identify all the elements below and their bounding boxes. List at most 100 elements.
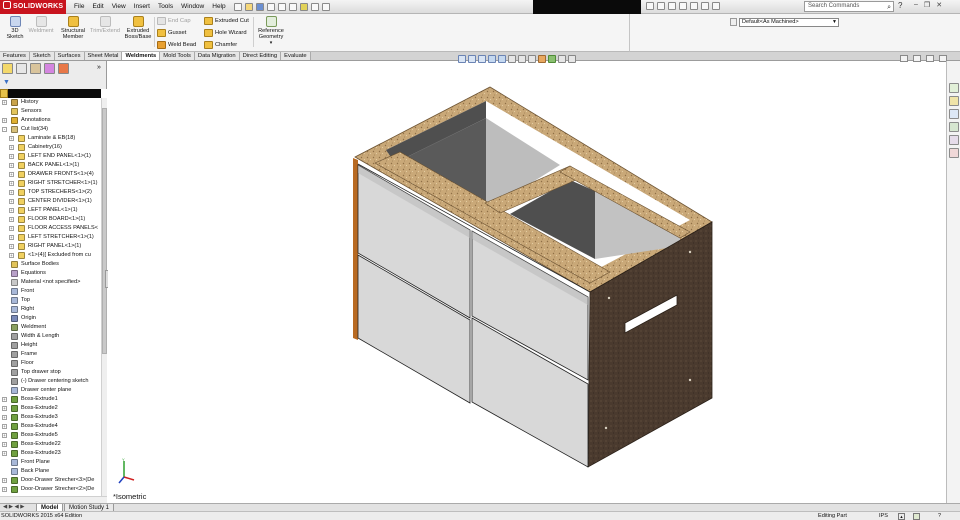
status-help-icon[interactable]: ?	[938, 512, 941, 520]
tree-expander-icon[interactable]: +	[9, 172, 14, 177]
options-icon[interactable]	[322, 3, 330, 11]
tree-expander-icon[interactable]: +	[2, 451, 7, 456]
hole-wizard-button[interactable]: Hole Wizard	[204, 29, 247, 37]
search-icon[interactable]: ⌕	[887, 3, 891, 12]
design-library-icon[interactable]	[949, 96, 959, 106]
tree-item[interactable]: + RIGHT PANEL<1>(1)	[0, 242, 101, 251]
tree-item[interactable]: + Door-Drawer Strecher<3>(De	[0, 476, 101, 485]
tree-expander-icon[interactable]: +	[9, 190, 14, 195]
toolbar-icon[interactable]	[657, 2, 665, 10]
tab-weldments[interactable]: Weldments	[122, 52, 161, 60]
tab-features[interactable]: Features	[0, 52, 30, 60]
toolbar-icon[interactable]	[701, 2, 709, 10]
menu-edit[interactable]: Edit	[88, 0, 107, 14]
tree-item[interactable]: + Boss-Extrude3	[0, 413, 101, 422]
tree-item[interactable]: + Door-Drawer Strecher<2>(De	[0, 485, 101, 494]
tab-data-migration[interactable]: Data Migration	[194, 52, 240, 60]
reference-geometry-button[interactable]: Reference Geometry ▾	[256, 16, 286, 47]
tree-item[interactable]: + FLOOR BOARD<1>(1)	[0, 215, 101, 224]
tree-item[interactable]: Material <not specified>	[0, 278, 101, 287]
tree-expander-icon[interactable]: +	[9, 154, 14, 159]
edit-appearance-icon[interactable]	[538, 55, 546, 63]
weldment-button[interactable]: Weldment	[26, 16, 56, 34]
tree-item[interactable]: Right	[0, 305, 101, 314]
tab-direct-editing[interactable]: Direct Editing	[239, 52, 282, 60]
toolbar-icon[interactable]	[712, 2, 720, 10]
display-manager-tab-icon[interactable]	[58, 63, 69, 74]
tree-item[interactable]: + RIGHT STRETCHER<1>(1)	[0, 179, 101, 188]
tree-item[interactable]: (-) Drawer centering sketch	[0, 377, 101, 386]
filter-icon[interactable]: ▼	[3, 79, 10, 86]
tree-item[interactable]: + FLOOR ACCESS PANELS<	[0, 224, 101, 233]
chevron-down-icon[interactable]: ▼	[832, 19, 837, 26]
tree-expander-icon[interactable]: +	[2, 118, 7, 123]
menu-tools[interactable]: Tools	[154, 0, 177, 14]
tree-expander-icon[interactable]: +	[9, 235, 14, 240]
unit-system-arrow-icon[interactable]: ▲	[898, 513, 905, 520]
select-icon[interactable]	[289, 3, 297, 11]
toolbar-icon[interactable]	[668, 2, 676, 10]
tree-item[interactable]: Surface Bodies	[0, 260, 101, 269]
tree-item[interactable]: Equations	[0, 269, 101, 278]
feature-manager-tab-icon[interactable]	[2, 63, 13, 74]
tree-item[interactable]: + DRAWER FRONTS<1>(4)	[0, 170, 101, 179]
tree-expander-icon[interactable]: +	[9, 226, 14, 231]
tree-expander-icon[interactable]: -	[2, 127, 7, 132]
viewport-minimize-icon[interactable]	[926, 55, 934, 62]
tree-item[interactable]: + <1>(4)[ Excluded from cu	[0, 251, 101, 260]
end-cap-button[interactable]: End Cap	[157, 17, 191, 25]
tab-surfaces[interactable]: Surfaces	[54, 52, 85, 60]
solidworks-resources-icon[interactable]	[949, 83, 959, 93]
tree-expander-icon[interactable]: +	[2, 433, 7, 438]
menu-insert[interactable]: Insert	[130, 0, 154, 14]
dimxpert-tab-icon[interactable]	[44, 63, 55, 74]
dynamic-annotation-icon[interactable]	[498, 55, 506, 63]
tree-item[interactable]: + Annotations	[0, 116, 101, 125]
tree-expander-icon[interactable]: +	[9, 163, 14, 168]
zoom-to-fit-icon[interactable]	[458, 55, 466, 63]
display-style-icon[interactable]	[518, 55, 526, 63]
tree-expander-icon[interactable]: +	[9, 244, 14, 249]
toolbar-icon[interactable]	[690, 2, 698, 10]
tree-item[interactable]: + Cabinetry(16)	[0, 143, 101, 152]
zoom-area-icon[interactable]	[468, 55, 476, 63]
tree-expander-icon[interactable]: +	[2, 424, 7, 429]
tree-item[interactable]: + TOP STRECHERS<1>(2)	[0, 188, 101, 197]
tree-item[interactable]: Origin	[0, 314, 101, 323]
configuration-select[interactable]: Default<As Machined> ▼	[739, 18, 839, 27]
tree-item[interactable]: + Laminate & EB(18)	[0, 134, 101, 143]
view-palette-icon[interactable]	[949, 122, 959, 132]
tree-expander-icon[interactable]: +	[2, 397, 7, 402]
configuration-manager-tab-icon[interactable]	[30, 63, 41, 74]
file-properties-icon[interactable]	[311, 3, 319, 11]
3d-sketch-button[interactable]: 3D Sketch	[4, 16, 26, 40]
tree-item[interactable]: + BACK PANEL<1>(1)	[0, 161, 101, 170]
view-settings-icon[interactable]	[558, 55, 566, 63]
structural-member-button[interactable]: Structural Member	[58, 16, 88, 40]
extruded-cut-button[interactable]: Extruded Cut	[204, 17, 249, 25]
hide-show-items-icon[interactable]	[528, 55, 536, 63]
weld-bead-button[interactable]: Weld Bead	[157, 41, 196, 49]
tree-item[interactable]: Back Plane	[0, 467, 101, 476]
tree-item[interactable]: + LEFT END PANEL<1>(1)	[0, 152, 101, 161]
tree-item[interactable]: Height	[0, 341, 101, 350]
search-commands-input[interactable]: Search Commands ⌕	[804, 1, 894, 12]
section-view-icon[interactable]	[488, 55, 496, 63]
menu-help[interactable]: Help	[208, 0, 229, 14]
tree-item[interactable]: + LEFT STRETCHER<1>(1)	[0, 233, 101, 242]
menu-file[interactable]: File	[70, 0, 88, 14]
tab-navigation-arrows[interactable]: ◀ ▶ ◀ ▶	[3, 504, 25, 511]
undo-icon[interactable]	[278, 3, 286, 11]
help-icon[interactable]: ?	[898, 1, 902, 10]
scrollbar-thumb[interactable]	[102, 108, 107, 354]
new-document-icon[interactable]	[234, 3, 242, 11]
tree-vertical-scrollbar[interactable]	[101, 98, 107, 496]
tree-item[interactable]: Weldment	[0, 323, 101, 332]
apply-scene-icon[interactable]	[548, 55, 556, 63]
trim-extend-button[interactable]: Trim/Extend	[89, 16, 121, 34]
print-icon[interactable]	[267, 3, 275, 11]
tree-item[interactable]: + Boss-Extrude4	[0, 422, 101, 431]
toolbar-icon[interactable]	[646, 2, 654, 10]
tree-item[interactable]: Sensors	[0, 107, 101, 116]
tree-item[interactable]: Top drawer stop	[0, 368, 101, 377]
